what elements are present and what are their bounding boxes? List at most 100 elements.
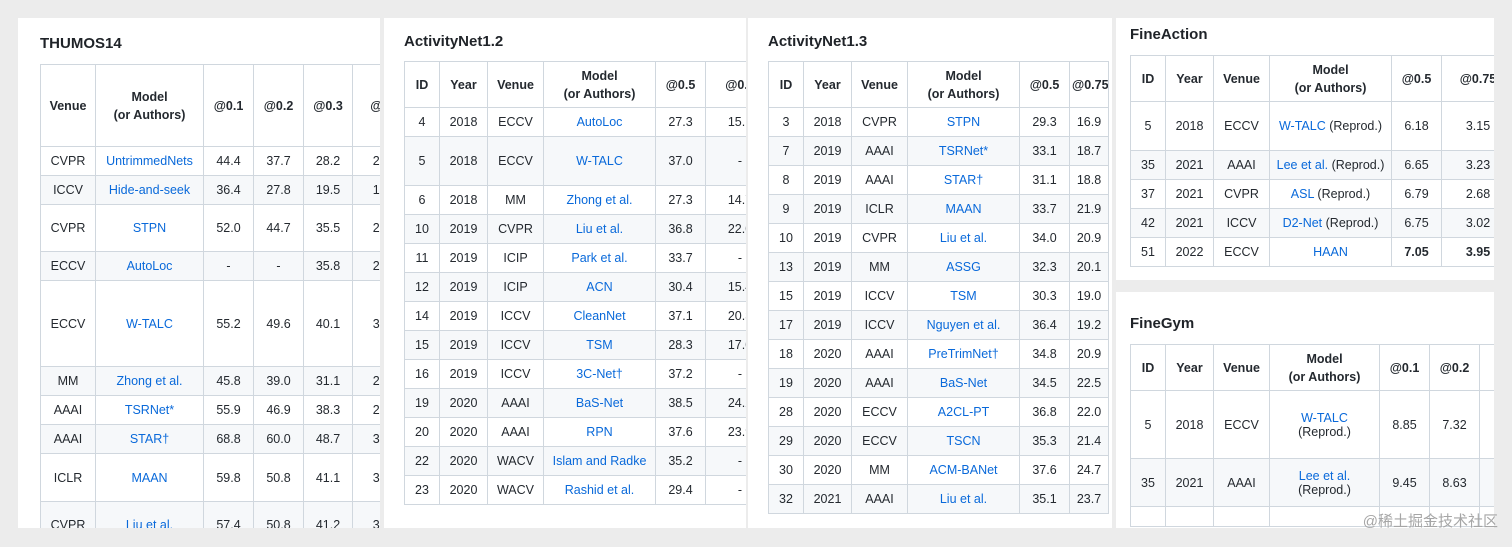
model-link-nguyen-et-al[interactable]: Nguyen et al. [927,318,1001,332]
anet13-cell: 31.1 [1019,165,1070,195]
model-link-acm-banet[interactable]: ACM-BANet [929,463,997,477]
model-link-d2-net[interactable]: D2-Net [1283,216,1323,230]
anet13-header-year: Year [803,61,852,108]
model-link-tsm[interactable]: TSM [586,338,612,352]
anet12-cell: 2020 [439,475,488,505]
model-cell: TSM [907,281,1020,311]
finegym-cell: 35 [1130,458,1166,507]
table-row: 16 2019 ICCV 3C-Net† 37.2- [404,359,746,389]
thumos-cell: - [253,251,304,281]
fineaction-cell: 2021 [1165,179,1214,209]
model-cell: Zhong et al. [543,185,656,215]
model-link-hide-and-seek[interactable]: Hide-and-seek [109,183,190,197]
table-row: AAAI STAR† 68.860.048.734. [40,424,380,454]
model-link-park-et-al[interactable]: Park et al. [571,251,627,265]
model-link-zhong-et-al[interactable]: Zhong et al. [566,193,632,207]
finegym-header-0-1: @0.1 [1379,344,1430,391]
model-link-liu-et-al[interactable]: Liu et al. [940,231,987,245]
model-link-liu-et-al[interactable]: Liu et al. [126,518,173,528]
fineaction-cell: 7.05 [1391,237,1442,267]
model-link-assg[interactable]: ASSG [946,260,981,274]
model-link-tsrnet[interactable]: TSRNet* [125,403,174,417]
model-cell: MAAN [95,453,204,502]
model-link-untrimmednets[interactable]: UntrimmedNets [106,154,193,168]
finegym-header-col6 [1479,344,1494,391]
model-link-rashid-et-al[interactable]: Rashid et al. [565,483,634,497]
anet12-cell: 22.0 [705,214,746,244]
model-cell: TSCN [907,426,1020,456]
model-link-stpn[interactable]: STPN [947,115,980,129]
anet13-cell: 35.1 [1019,484,1070,514]
fineaction-cell: 5 [1130,101,1166,151]
anet12-cell: 6 [404,185,440,215]
model-link-w-talc[interactable]: W-TALC [126,317,173,331]
model-link-maan[interactable]: MAAN [945,202,981,216]
model-link-lee-et-al[interactable]: Lee et al. [1277,158,1328,172]
anet13-cell: ECCV [851,397,908,427]
model-link-star[interactable]: STAR† [130,432,169,446]
anet13-cell: 32 [768,484,804,514]
model-link-cleannet[interactable]: CleanNet [573,309,625,323]
model-link-islam-and-radke[interactable]: Islam and Radke [553,454,647,468]
model-link-zhong-et-al[interactable]: Zhong et al. [116,374,182,388]
anet12-cell: 24.2 [705,388,746,418]
model-link-bas-net[interactable]: BaS-Net [940,376,987,390]
model-link-w-talc[interactable]: W-TALC [576,154,623,168]
table-row: CVPR Liu et al. 57.450.841.232. [40,501,380,528]
table-row: 152019ICCV TSM 28.317.0 [404,330,746,360]
anet12-header-year: Year [439,61,488,108]
model-link-tsm[interactable]: TSM [950,289,976,303]
table-row: 22 2020 WACV Islam and Radke 35.2- [404,446,746,476]
model-link-3c-net[interactable]: 3C-Net† [576,367,623,381]
model-link-liu-et-al[interactable]: Liu et al. [940,492,987,506]
model-cell: UntrimmedNets [95,146,204,176]
fineaction-cell: AAAI [1213,150,1270,180]
activitynet13-panel: ActivityNet1.3 ID Year Venue Model (or Autho… [748,18,1112,528]
model-link-star[interactable]: STAR† [944,173,983,187]
model-link-autoloc[interactable]: AutoLoc [577,115,623,129]
anet12-cell: 2019 [439,214,488,244]
model-link-haan[interactable]: HAAN [1313,245,1348,259]
anet12-cell: 29.4 [655,475,706,505]
model-link-tsrnet[interactable]: TSRNet* [939,144,988,158]
model-link-acn[interactable]: ACN [586,280,612,294]
model-link-rpn[interactable]: RPN [586,425,612,439]
thumos-cell: ECCV [40,251,96,281]
fineaction-cell: 51 [1130,237,1166,267]
anet13-cell: 30.3 [1019,281,1070,311]
table-row: 122019ICIP ACN 30.415.4 [404,272,746,302]
thumos-cell: 45.8 [203,366,254,396]
anet12-cell: 2018 [439,185,488,215]
finegym-cell: 2021 [1165,458,1214,507]
anet13-cell: 30 [768,455,804,485]
model-link-pretrimnet[interactable]: PreTrimNet† [928,347,998,361]
anet12-cell: ECCV [487,107,544,137]
model-link-stpn[interactable]: STPN [133,221,166,235]
model-link-maan[interactable]: MAAN [131,471,167,485]
model-link-lee-et-al[interactable]: Lee et al. [1299,469,1350,483]
model-link-a2cl-pt[interactable]: A2CL-PT [938,405,989,419]
fineaction-header-id: ID [1130,55,1166,102]
fineaction-table: ID Year Venue Model (or Authors) @0.5 @0.75 5 20… [1130,55,1494,267]
table-row: MM Zhong et al. 45.839.031.122. [40,366,380,396]
model-cell: HAAN [1269,237,1392,267]
anet12-cell: MM [487,185,544,215]
anet13-cell: 2020 [803,455,852,485]
thumos-cell: 25. [352,204,380,252]
finegym-empty-cell [1165,506,1214,527]
fineaction-cell: 37 [1130,179,1166,209]
model-link-w-talc[interactable]: W-TALC [1279,119,1326,133]
thumos14-table: VenueModel(or Authors)@0.1@0.2@0.3@0.CVP… [40,64,380,528]
table-row: 62018MM Zhong et al. 27.314.7 [404,185,746,215]
model-link-autoloc[interactable]: AutoLoc [127,259,173,273]
model-link-bas-net[interactable]: BaS-Net [576,396,623,410]
thumos-header-0: @0. [352,64,380,147]
anet12-cell: ICCV [487,359,544,389]
model-link-w-talc[interactable]: W-TALC [1301,411,1348,425]
anet12-cell: 22 [404,446,440,476]
anet13-cell: 20.9 [1069,339,1109,369]
thumos-cell: 68.8 [203,424,254,454]
model-link-liu-et-al[interactable]: Liu et al. [576,222,623,236]
model-link-asl[interactable]: ASL [1291,187,1314,201]
model-link-tscn[interactable]: TSCN [946,434,980,448]
